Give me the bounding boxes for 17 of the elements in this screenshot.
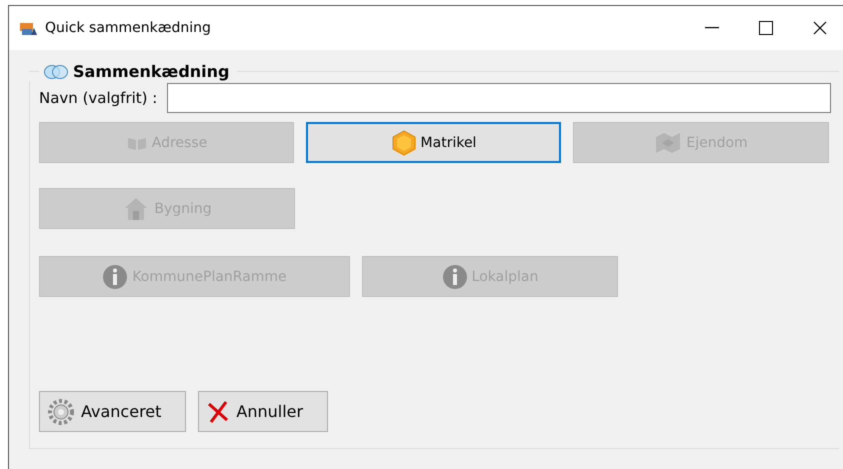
- minimize-icon: [705, 27, 719, 29]
- group-title: Sammenkædning: [73, 62, 230, 81]
- window-title: Quick sammenkædning: [45, 20, 212, 36]
- close-icon: [813, 21, 827, 35]
- name-label: Navn (valgfrit) :: [39, 89, 158, 107]
- hexagon-icon: [390, 130, 417, 156]
- action-button[interactable]: Annuller: [198, 391, 328, 432]
- map-icon: [654, 130, 682, 154]
- cross-icon: [206, 400, 230, 424]
- action-button[interactable]: Avanceret: [39, 391, 186, 432]
- gear-icon: [47, 398, 75, 426]
- info-icon: [102, 264, 128, 290]
- info-icon: [442, 264, 468, 290]
- link-icon: [43, 64, 69, 80]
- layer-button[interactable]: Matrikel: [306, 122, 561, 163]
- maximize-icon: [759, 21, 773, 35]
- name-field[interactable]: [167, 83, 831, 113]
